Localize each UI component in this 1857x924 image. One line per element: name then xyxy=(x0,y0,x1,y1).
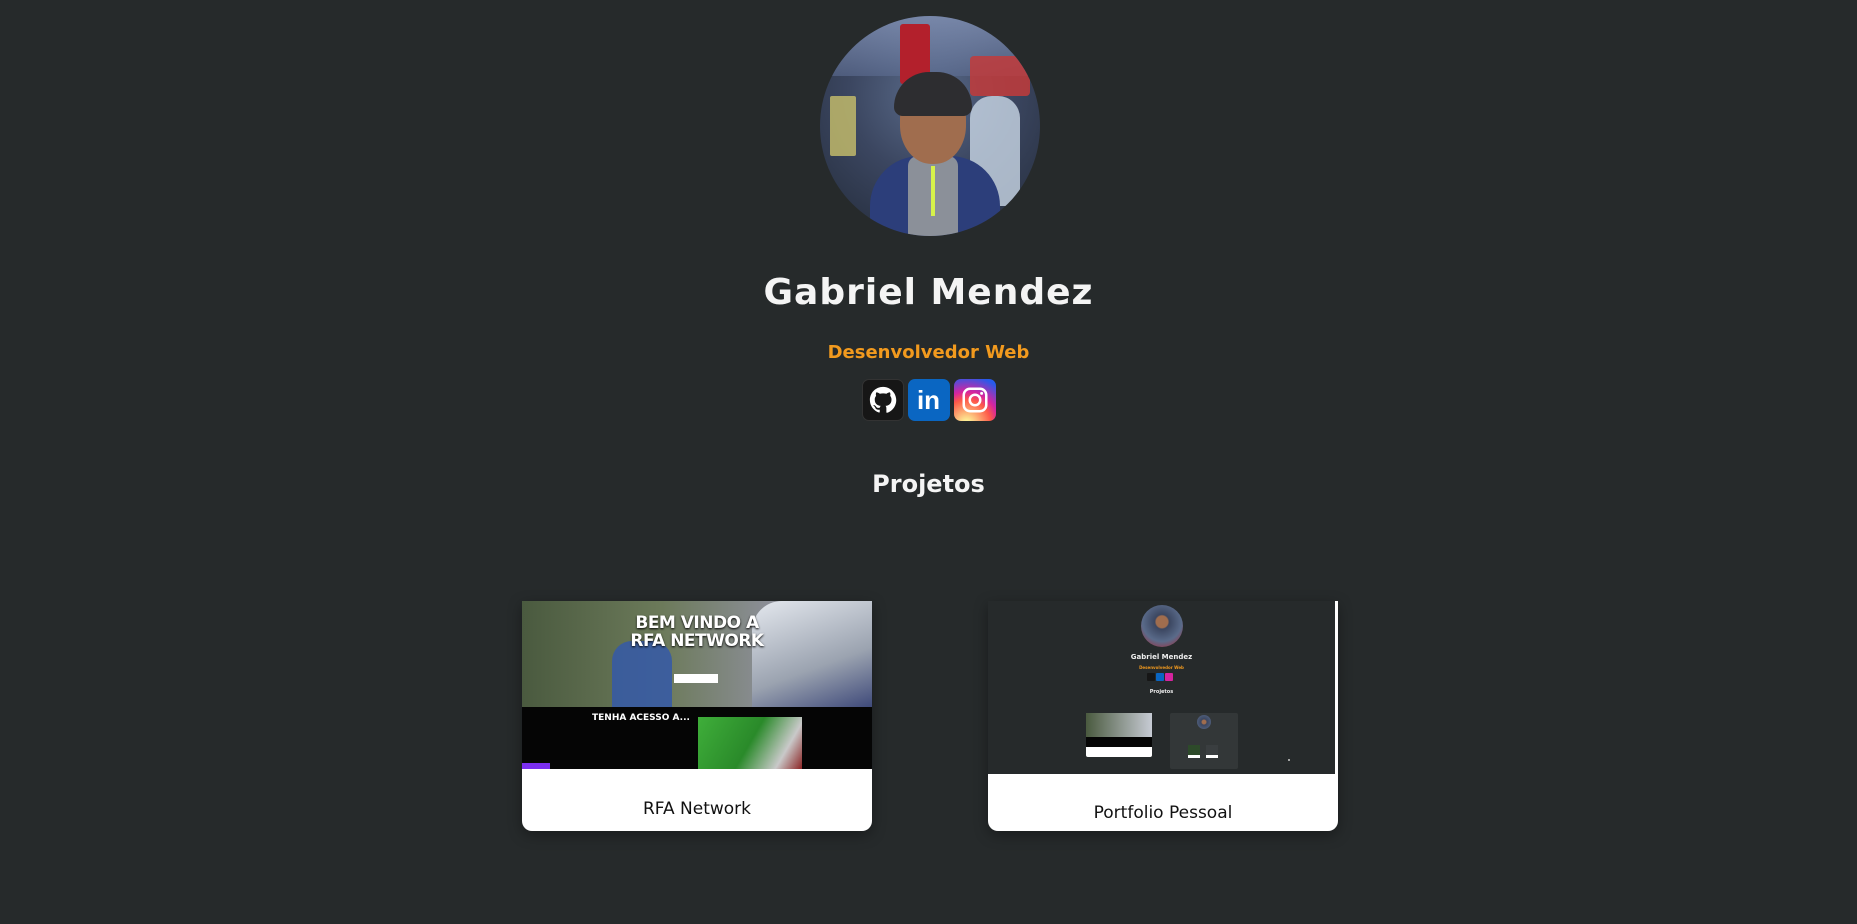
portfolio-preview-card xyxy=(1170,713,1238,769)
rfa-preview-hero-title-line: BEM VINDO A xyxy=(635,613,759,633)
project-thumbnail: BEM VINDO A RFA NETWORK TENHA ACESSO A..… xyxy=(522,601,872,769)
avatar-background-sign xyxy=(830,96,856,156)
github-icon xyxy=(869,386,896,413)
github-link[interactable] xyxy=(861,379,904,421)
project-card-label: RFA Network xyxy=(642,799,752,819)
portfolio-preview-card xyxy=(1086,713,1152,757)
portfolio-preview-projects-title: Projetos xyxy=(1149,689,1174,695)
portfolio-preview-dot xyxy=(1288,759,1290,761)
rfa-preview-tag xyxy=(522,763,550,769)
portfolio-preview-avatar xyxy=(1141,605,1183,647)
portfolio-preview-socials xyxy=(1147,673,1177,681)
rfa-preview-hero-title-line: RFA NETWORK xyxy=(630,631,764,651)
social-links: in xyxy=(0,379,1857,421)
rfa-preview-hero: BEM VINDO A RFA NETWORK xyxy=(522,601,872,707)
linkedin-icon: in xyxy=(916,385,941,415)
github-icon xyxy=(1147,673,1155,681)
instagram-icon xyxy=(1165,673,1173,681)
portfolio-preview-role: Desenvolvedor Web xyxy=(1139,665,1184,670)
rfa-preview-photo xyxy=(698,717,802,769)
projects-title: Projetos xyxy=(872,470,985,498)
rfa-preview-access-title: TENHA ACESSO A... xyxy=(592,713,690,723)
profile-role: Desenvolvedor Web xyxy=(827,342,1030,363)
profile-avatar xyxy=(820,16,1040,236)
linkedin-link[interactable]: in xyxy=(907,379,950,421)
project-card-label: Portfolio Pessoal xyxy=(1093,803,1233,823)
instagram-link[interactable] xyxy=(953,379,996,421)
avatar-background-sign xyxy=(970,56,1030,96)
project-card-rfa-network[interactable]: BEM VINDO A RFA NETWORK TENHA ACESSO A..… xyxy=(522,601,872,831)
portfolio-preview-name: Gabriel Mendez xyxy=(1130,653,1193,661)
avatar-zipper xyxy=(931,166,935,216)
rfa-preview-access-section: TENHA ACESSO A... xyxy=(522,707,872,769)
project-card-portfolio-pessoal[interactable]: Gabriel Mendez Desenvolvedor Web Projeto… xyxy=(988,601,1338,831)
linkedin-icon xyxy=(1156,673,1164,681)
portfolio-page: Gabriel Mendez Desenvolvedor Web in Proj… xyxy=(0,0,1857,924)
rfa-preview-hero-title: BEM VINDO A RFA NETWORK xyxy=(622,614,772,650)
rfa-preview-button xyxy=(674,674,718,683)
project-thumbnail: Gabriel Mendez Desenvolvedor Web Projeto… xyxy=(988,601,1338,774)
instagram-icon xyxy=(962,387,987,413)
profile-name: Gabriel Mendez xyxy=(763,272,1094,313)
